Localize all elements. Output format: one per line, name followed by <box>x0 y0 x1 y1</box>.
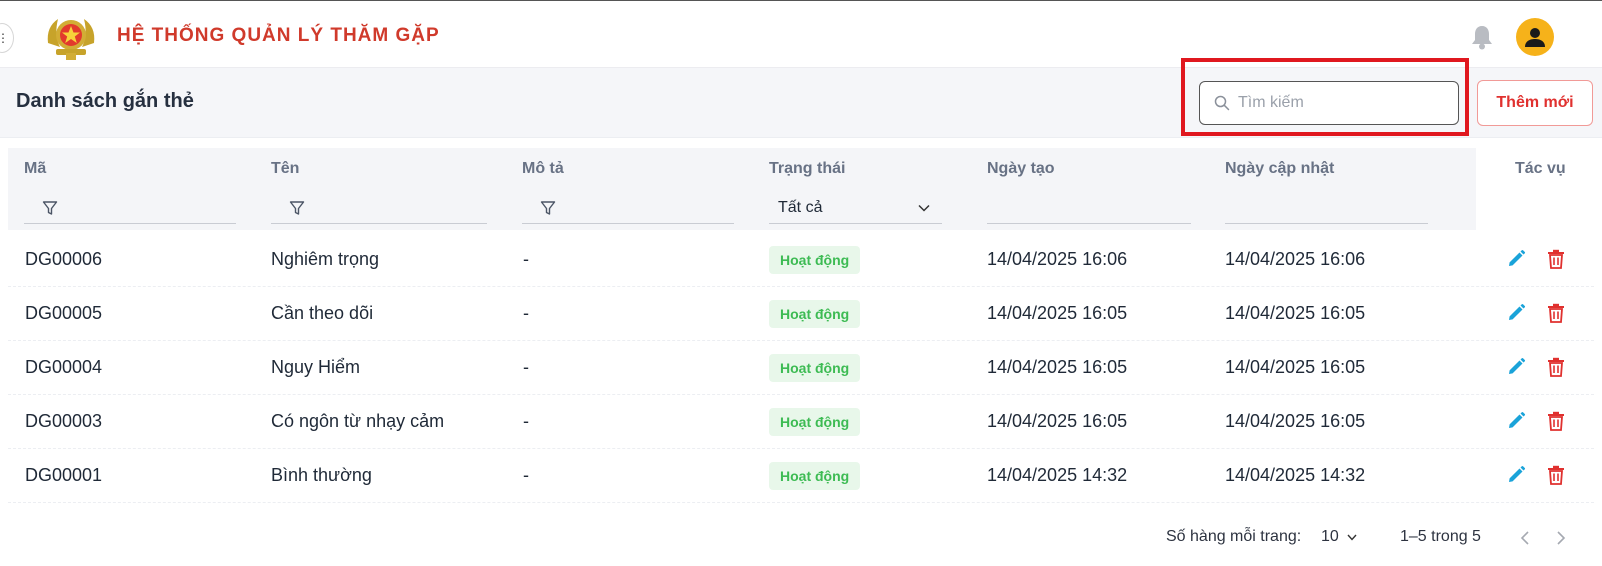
column-header-updated[interactable]: Ngày cập nhật <box>1225 160 1334 178</box>
column-header-code[interactable]: Mã <box>24 160 46 178</box>
search-field[interactable] <box>1238 94 1438 112</box>
cell-name: Cần theo dõi <box>271 303 374 323</box>
page-range: 1–5 trong 5 <box>1400 528 1481 545</box>
sidebar-toggle-icon[interactable]: ⋮ <box>0 23 14 53</box>
delete-icon[interactable] <box>1545 248 1567 270</box>
cell-code: DG00006 <box>25 249 103 269</box>
user-avatar-icon[interactable] <box>1516 18 1554 56</box>
cell-description: - <box>523 249 529 269</box>
status-filter-value: Tất cả <box>778 198 823 216</box>
cell-code: DG00001 <box>25 465 103 485</box>
add-new-button[interactable]: Thêm mới <box>1477 80 1593 126</box>
cell-updated: 14/04/2025 16:05 <box>1225 357 1366 377</box>
delete-icon[interactable] <box>1545 410 1567 432</box>
table-row[interactable]: DG00005 Cần theo dõi - Hoạt động 14/04/2… <box>8 286 1594 341</box>
cell-created: 14/04/2025 14:32 <box>987 465 1128 485</box>
status-badge: Hoạt động <box>769 299 861 328</box>
column-header-actions: Tác vụ <box>1515 160 1566 177</box>
table-row[interactable]: DG00003 Có ngôn từ nhạy cảm - Hoạt động … <box>8 394 1594 449</box>
app-title: HỆ THỐNG QUẢN LÝ THĂM GẶP <box>117 25 440 46</box>
page-title: Danh sách gắn thẻ <box>16 90 194 112</box>
cell-updated: 14/04/2025 16:05 <box>1225 411 1366 431</box>
filter-icon <box>289 200 305 215</box>
cell-created: 14/04/2025 16:06 <box>987 249 1128 269</box>
next-page-icon[interactable] <box>1556 531 1566 550</box>
edit-icon[interactable] <box>1505 410 1527 432</box>
code-filter[interactable] <box>24 192 236 224</box>
cell-code: DG00004 <box>25 357 103 377</box>
table-row[interactable]: DG00006 Nghiêm trọng - Hoạt động 14/04/2… <box>8 232 1594 287</box>
table-row[interactable]: DG00001 Bình thường - Hoạt động 14/04/20… <box>8 448 1594 503</box>
table-header: Mã Tên Mô tả Trạng thái Ngày tạo Ngày cậ… <box>8 148 1476 230</box>
cell-name: Có ngôn từ nhạy cảm <box>271 411 445 431</box>
delete-icon[interactable] <box>1545 302 1567 324</box>
column-header-created[interactable]: Ngày tạo <box>987 160 1055 178</box>
rows-per-page-select[interactable]: 10 <box>1321 528 1357 546</box>
cell-description: - <box>523 465 529 485</box>
edit-icon[interactable] <box>1505 248 1527 270</box>
cell-name: Bình thường <box>271 465 372 485</box>
cell-code: DG00005 <box>25 303 103 323</box>
cell-created: 14/04/2025 16:05 <box>987 357 1128 377</box>
column-header-description[interactable]: Mô tả <box>522 160 564 178</box>
cell-code: DG00003 <box>25 411 103 431</box>
edit-icon[interactable] <box>1505 356 1527 378</box>
updated-date-filter[interactable] <box>1225 192 1428 224</box>
toolbar: Danh sách gắn thẻ Thêm mới <box>0 58 1602 138</box>
prev-page-icon[interactable] <box>1520 531 1530 550</box>
cell-updated: 14/04/2025 16:06 <box>1225 249 1366 269</box>
edit-icon[interactable] <box>1505 464 1527 486</box>
status-filter-select[interactable]: Tất cả <box>769 192 942 224</box>
search-input[interactable] <box>1199 81 1459 125</box>
status-badge: Hoạt động <box>769 461 861 490</box>
cell-created: 14/04/2025 16:05 <box>987 411 1128 431</box>
filter-icon <box>540 200 556 215</box>
cell-description: - <box>523 303 529 323</box>
chevron-down-icon <box>918 204 930 212</box>
cell-updated: 14/04/2025 14:32 <box>1225 465 1366 485</box>
table-row[interactable]: DG00004 Nguy Hiểm - Hoạt động 14/04/2025… <box>8 340 1594 395</box>
cell-description: - <box>523 411 529 431</box>
cell-name: Nghiêm trọng <box>271 249 380 269</box>
cell-updated: 14/04/2025 16:05 <box>1225 303 1366 323</box>
filter-icon <box>42 200 58 215</box>
created-date-filter[interactable] <box>987 192 1191 224</box>
delete-icon[interactable] <box>1545 356 1567 378</box>
rows-per-page-label: Số hàng mỗi trang: <box>1166 528 1302 545</box>
chevron-down-icon <box>1347 534 1357 541</box>
column-header-name[interactable]: Tên <box>271 160 299 178</box>
cell-created: 14/04/2025 16:05 <box>987 303 1128 323</box>
cell-description: - <box>523 357 529 377</box>
search-icon <box>1214 95 1230 111</box>
police-emblem-logo <box>44 13 98 61</box>
cell-name: Nguy Hiểm <box>271 357 361 377</box>
status-badge: Hoạt động <box>769 353 861 382</box>
delete-icon[interactable] <box>1545 464 1567 486</box>
status-badge: Hoạt động <box>769 407 861 436</box>
edit-icon[interactable] <box>1505 302 1527 324</box>
bell-icon[interactable] <box>1470 24 1494 50</box>
name-filter[interactable] <box>271 192 487 224</box>
column-header-status[interactable]: Trạng thái <box>769 160 845 178</box>
description-filter[interactable] <box>522 192 734 224</box>
status-badge: Hoạt động <box>769 245 861 274</box>
rows-per-page-value: 10 <box>1321 528 1339 545</box>
